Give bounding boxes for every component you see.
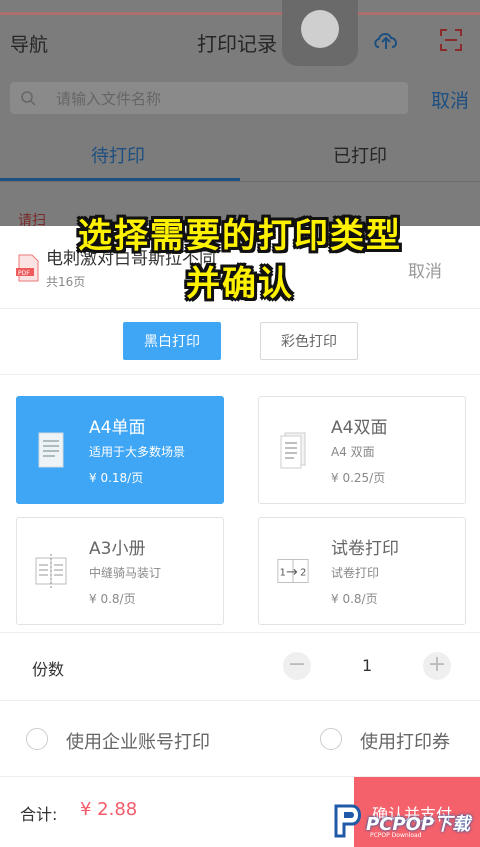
cloud-upload-icon[interactable]: [372, 28, 400, 52]
assistive-touch-dot: [301, 10, 339, 48]
total-label: 合计:: [20, 805, 58, 824]
divider: [0, 632, 480, 633]
divider: [0, 308, 480, 309]
card-price: ¥ 0.25/页: [331, 471, 386, 485]
page-title: 打印记录: [197, 32, 277, 56]
divider: [0, 700, 480, 701]
card-exam-print[interactable]: 1 2 试卷打印 试卷打印 ¥ 0.8/页: [258, 517, 466, 625]
svg-text:2: 2: [300, 567, 306, 578]
search-cancel-button[interactable]: 取消: [431, 86, 469, 113]
divider: [0, 374, 480, 375]
card-price: ¥ 0.18/页: [89, 471, 144, 485]
print-type-sheet: PDF 电刺激对白哥斯拉不同 共16页 取消 黑白打印 彩色打印 A4单面 适用…: [0, 226, 480, 847]
copies-value: 1: [362, 656, 373, 675]
copies-plus-button[interactable]: +: [423, 652, 451, 680]
exam-paper-icon: 1 2: [277, 559, 309, 583]
watermark-sub: PCPOP Download: [370, 832, 422, 839]
card-price: ¥ 0.8/页: [89, 592, 136, 606]
pcpop-logo-icon: [334, 804, 361, 838]
tab-divider: [0, 181, 480, 182]
card-desc: 试卷打印: [331, 566, 380, 580]
tab-printed[interactable]: 已打印: [333, 142, 387, 168]
tutorial-caption-line2: 并确认: [186, 264, 294, 304]
print-coupon-radio[interactable]: [320, 728, 342, 750]
single-page-icon: [38, 432, 64, 468]
print-coupon-label[interactable]: 使用打印券: [360, 728, 450, 754]
search-input[interactable]: 请输入文件名称: [10, 82, 408, 114]
card-desc: 适用于大多数场景: [89, 445, 186, 459]
card-title: 试卷打印: [331, 539, 399, 559]
tab-pending[interactable]: 待打印: [91, 142, 145, 168]
search-icon: [21, 91, 36, 106]
card-a4-double[interactable]: A4双面 A4 双面 ¥ 0.25/页: [258, 396, 466, 504]
nav-link[interactable]: 导航: [10, 30, 48, 57]
copies-minus-button[interactable]: −: [283, 652, 311, 680]
bw-print-button[interactable]: 黑白打印: [123, 322, 221, 360]
card-a4-single[interactable]: A4单面 适用于大多数场景 ¥ 0.18/页: [16, 396, 224, 504]
card-a3-booklet[interactable]: A3小册 中缝骑马装订 ¥ 0.8/页: [16, 517, 224, 625]
card-desc: A4 双面: [331, 445, 375, 459]
tutorial-caption-line1: 选择需要的打印类型: [78, 216, 402, 256]
assistive-touch-button[interactable]: [282, 0, 358, 66]
total-amount: ¥ 2.88: [80, 799, 138, 820]
double-page-icon: [280, 432, 306, 469]
search-placeholder: 请输入文件名称: [56, 90, 162, 108]
card-title: A3小册: [89, 539, 146, 559]
watermark: PCPOP下载 PCPOP Download: [332, 800, 480, 847]
copies-label: 份数: [32, 660, 65, 679]
color-print-button[interactable]: 彩色打印: [260, 322, 358, 360]
card-desc: 中缝骑马装订: [89, 566, 162, 580]
svg-text:1: 1: [280, 567, 286, 578]
enterprise-account-label[interactable]: 使用企业账号打印: [66, 728, 210, 754]
card-title: A4双面: [331, 418, 388, 438]
scan-icon[interactable]: [439, 28, 463, 52]
card-price: ¥ 0.8/页: [331, 592, 378, 606]
booklet-icon: [35, 554, 67, 588]
enterprise-account-radio[interactable]: [26, 728, 48, 750]
top-bar: 导航 打印记录: [0, 0, 480, 80]
top-accent-line: [0, 12, 480, 15]
card-title: A4单面: [89, 418, 146, 438]
